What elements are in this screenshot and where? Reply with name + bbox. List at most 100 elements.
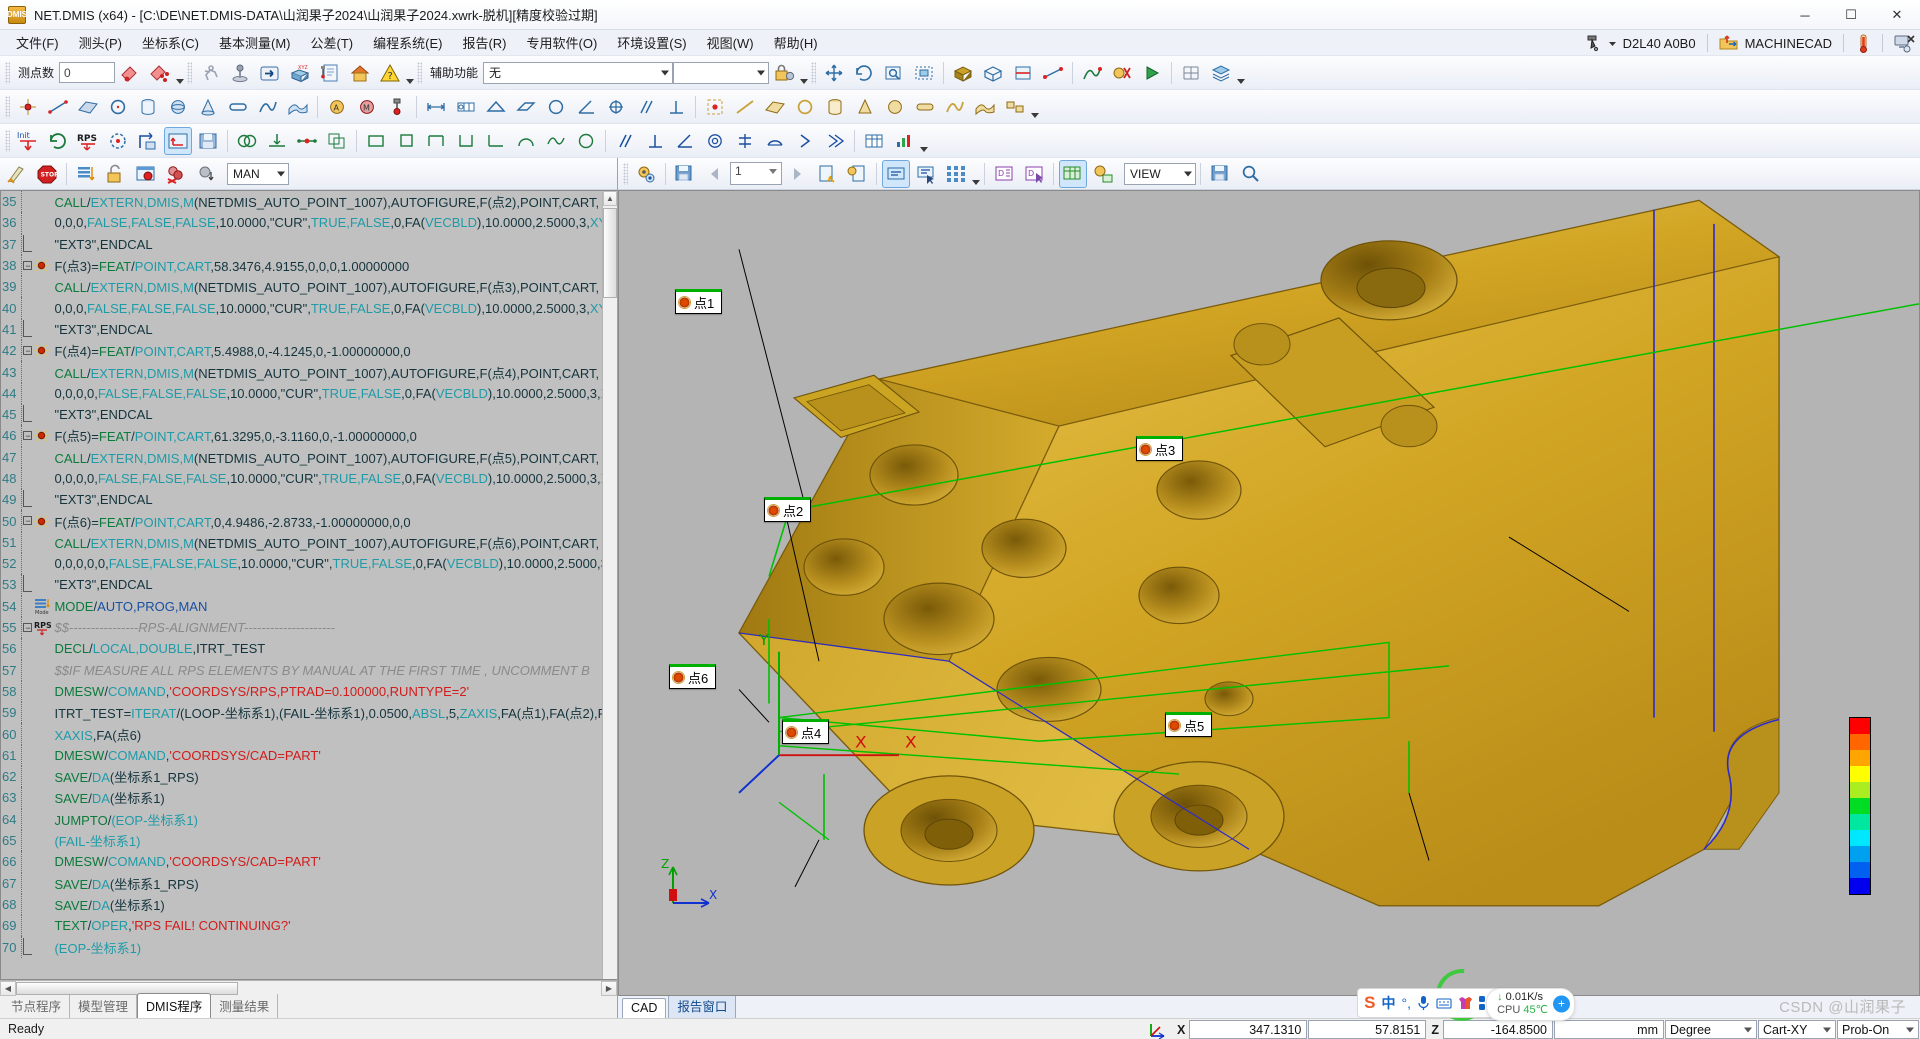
code-line[interactable]: 65 (FAIL-坐标系1): [1, 829, 602, 852]
code-line[interactable]: 59 ITRT_TEST=ITERAT/(LOOP-坐标系1),(FAIL-坐标系…: [1, 702, 602, 724]
construct-slot-icon[interactable]: [911, 93, 939, 121]
save-view-icon[interactable]: [671, 160, 699, 188]
add-widget-icon[interactable]: +: [1553, 995, 1570, 1013]
measure-distance-icon[interactable]: [1039, 59, 1067, 87]
toolbar-grip-2[interactable]: [187, 61, 193, 84]
roundness-icon[interactable]: [542, 93, 570, 121]
circle-feature-icon[interactable]: [104, 93, 132, 121]
pick-label-icon[interactable]: [912, 160, 940, 188]
gdt-profile-icon[interactable]: [761, 127, 789, 155]
menu-item-program[interactable]: 编程系统(E): [363, 30, 452, 55]
code-line[interactable]: 47 CALL/EXTERN,DMIS,M(NETDMIS_AUTO_POINT_…: [1, 446, 602, 468]
chart-report-icon[interactable]: [890, 127, 918, 155]
zoom-window-icon[interactable]: [880, 59, 908, 87]
rotate-model-icon[interactable]: [850, 59, 878, 87]
slot-feature-icon[interactable]: [224, 93, 252, 121]
gdt-runout-icon[interactable]: [791, 127, 819, 155]
code-line[interactable]: 49 "EXT3",ENDCAL: [1, 489, 602, 511]
scroll-up-arrow-icon[interactable]: ▲: [603, 191, 617, 206]
construct-group-icon[interactable]: [1001, 93, 1029, 121]
menu-item-settings[interactable]: 环境设置(S): [607, 30, 696, 55]
code-line[interactable]: 64 JUMPTO/(EOP-坐标系1): [1, 808, 602, 830]
code-line[interactable]: 67 SAVE/DA(坐标系1_RPS): [1, 872, 602, 894]
shape-circle-icon[interactable]: [572, 127, 600, 155]
gdt-parallel-icon[interactable]: [611, 127, 639, 155]
code-line[interactable]: 45 "EXT3",ENDCAL: [1, 403, 602, 426]
delete-point-icon[interactable]: [162, 160, 190, 188]
prev-view-icon[interactable]: [701, 160, 729, 188]
grid-snap-icon[interactable]: [1177, 59, 1205, 87]
code-line[interactable]: 38− F(点3)=FEAT/POINT,CART,58.3476,4.9155,…: [1, 254, 602, 277]
toolbar-grip-3[interactable]: [417, 61, 423, 84]
code-line[interactable]: 55− RPS $$----------------RPS-ALIGNMENT---…: [1, 616, 602, 639]
toolbar-overflow-4[interactable]: [1236, 60, 1245, 86]
construct-surface-icon[interactable]: [971, 93, 999, 121]
code-line[interactable]: 69 TEXT/OPER,'RPS FAIL! CONTINUING?': [1, 915, 602, 937]
preview-report-icon[interactable]: [1236, 160, 1264, 188]
code-line[interactable]: 43 CALL/EXTERN,DMIS,M(NETDMIS_AUTO_POINT_…: [1, 361, 602, 383]
code-line[interactable]: 36 0,0,0,FALSE,FALSE,FALSE,10.0000,"CUR",…: [1, 212, 602, 234]
dimension-table-icon[interactable]: D: [990, 160, 1018, 188]
cad-settings-icon[interactable]: [632, 160, 660, 188]
horizontal-scroll-track[interactable]: [16, 981, 601, 996]
cylinder-feature-icon[interactable]: [134, 93, 162, 121]
section-view-icon[interactable]: [1009, 59, 1037, 87]
position-tolerance-icon[interactable]: [602, 93, 630, 121]
run-program-icon[interactable]: [3, 160, 31, 188]
point-label-1[interactable]: 点1: [675, 289, 723, 314]
menu-item-probe[interactable]: 测头(P): [69, 30, 132, 55]
point-label-3[interactable]: 点3: [1136, 436, 1184, 461]
construct-circle-icon[interactable]: [791, 93, 819, 121]
code-line[interactable]: 51 CALL/EXTERN,DMIS,M(NETDMIS_AUTO_POINT_…: [1, 531, 602, 554]
menu-item-measure[interactable]: 基本测量(M): [209, 30, 301, 55]
aux-function-combo[interactable]: 无: [483, 61, 674, 84]
move-model-icon[interactable]: [820, 59, 848, 87]
scroll-right-arrow-icon[interactable]: ▶: [601, 981, 617, 996]
cad-toolbar-grip[interactable]: [623, 162, 628, 185]
view-page-chevron-icon[interactable]: [769, 169, 777, 174]
angle-unit-combo[interactable]: Degree: [1665, 1020, 1757, 1039]
sogou-logo-icon[interactable]: S: [1364, 993, 1375, 1013]
code-line[interactable]: 53 "EXT3",ENDCAL: [1, 574, 602, 596]
code-line[interactable]: 56 DECL/LOCAL,DOUBLE,ITRT_TEST: [1, 638, 602, 660]
point-feature-icon[interactable]: [14, 93, 42, 121]
construct-line-icon[interactable]: [731, 93, 759, 121]
menu-item-coordsys[interactable]: 坐标系(C): [132, 30, 209, 55]
system-monitor-widget[interactable]: ↓ 0.01K/s CPU 45℃ +: [1486, 987, 1575, 1021]
dimension-pick-icon[interactable]: D: [1020, 160, 1048, 188]
perpendicularity-icon[interactable]: [662, 93, 690, 121]
ime-punctuation-icon[interactable]: °,: [1402, 995, 1412, 1011]
best-fit-alignment-icon[interactable]: [104, 127, 132, 155]
home-icon[interactable]: [346, 59, 374, 87]
code-line[interactable]: 40 0,0,0,FALSE,FALSE,FALSE,10.0000,"CUR",…: [1, 297, 602, 319]
code-line[interactable]: 68 SAVE/DA(坐标系1): [1, 893, 602, 916]
code-line[interactable]: 60 XAXIS,FA(点6): [1, 723, 602, 745]
code-vertical-scrollbar[interactable]: ▲: [602, 191, 617, 979]
maximize-button[interactable]: ☐: [1828, 0, 1874, 30]
construct-midpoint-icon[interactable]: [293, 127, 321, 155]
code-line[interactable]: 62 SAVE/DA(坐标系1_RPS): [1, 766, 602, 788]
probe-calibrate-icon[interactable]: [383, 93, 411, 121]
tab-model-manager[interactable]: 模型管理: [70, 994, 138, 1018]
code-horizontal-scrollbar[interactable]: ◀ ▶: [0, 980, 617, 996]
window-point-icon[interactable]: [132, 160, 160, 188]
keyboard-icon[interactable]: [1436, 997, 1452, 1010]
tab-measure-results[interactable]: 测量结果: [211, 994, 279, 1018]
toolbar-grip-1[interactable]: [5, 61, 10, 84]
curve-feature-icon[interactable]: [254, 93, 282, 121]
sphere-feature-icon[interactable]: [164, 93, 192, 121]
code-line[interactable]: 37 "EXT3",ENDCAL: [1, 233, 602, 255]
tab-cad[interactable]: CAD: [622, 998, 667, 1018]
toolbar-grip-6[interactable]: [5, 129, 10, 152]
shape-wave-icon[interactable]: [542, 127, 570, 155]
construct-curve-icon[interactable]: [941, 93, 969, 121]
toolbar-overflow-3[interactable]: [799, 60, 808, 86]
step-mode-icon[interactable]: [72, 160, 100, 188]
joystick-icon[interactable]: [226, 59, 254, 87]
code-line[interactable]: 61 DMESW/COMAND,'COORDSYS/CAD=PART': [1, 744, 602, 767]
disconnect-monitor-icon[interactable]: [1894, 33, 1916, 53]
gdt-symmetry-icon[interactable]: [731, 127, 759, 155]
insert-point-icon[interactable]: [192, 160, 220, 188]
code-line[interactable]: 48 0,0,0,0,FALSE,FALSE,FALSE,10.0000,"CUR…: [1, 467, 602, 490]
construct-copy-icon[interactable]: [323, 127, 351, 155]
